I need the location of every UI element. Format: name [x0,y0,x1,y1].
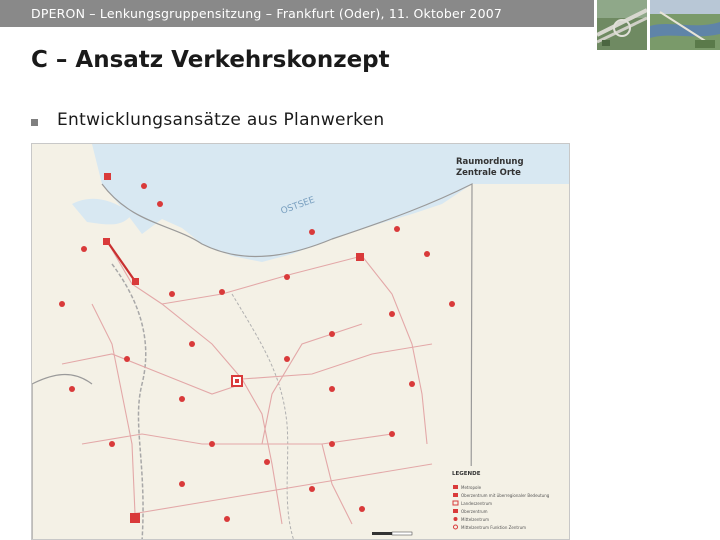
road-network [61,240,433,525]
map-legend: LEGENDE Metropole Oberzentrum mit überre… [450,466,569,539]
legend-item: Oberzentrum [461,509,488,514]
legend-item: Metropole [461,485,482,490]
scale-bar [372,531,413,536]
slide-title: C – Ansatz Verkehrskonzept [31,47,390,73]
highway-interchange-photo [597,0,647,50]
regional-map: OSTSEE Raumordnung Zentrale Orte LEGENDE… [31,143,570,540]
river-bridge-photo [650,0,720,50]
highlighted-route [106,240,138,285]
legend-item: Mittelzentrum [461,517,489,522]
legend-item: Landeszentrum [461,501,492,506]
national-border [111,263,147,539]
map-drawing: OSTSEE Raumordnung Zentrale Orte LEGENDE… [32,144,569,539]
map-title-line2: Zentrale Orte [456,168,521,178]
bullet-marker [31,119,38,126]
legend-item: Mittelzentrum Funktion Zentrum [461,525,526,530]
legend-title: LEGENDE [452,471,481,477]
presentation-header: DPERON – Lenkungsgruppensitzung – Frankf… [31,6,503,21]
legend-item: Oberzentrum mit überregionaler Bedeutung [461,493,550,498]
bullet-text: Entwicklungsansätze aus Planwerken [57,110,385,130]
map-title-line1: Raumordnung [456,157,524,167]
